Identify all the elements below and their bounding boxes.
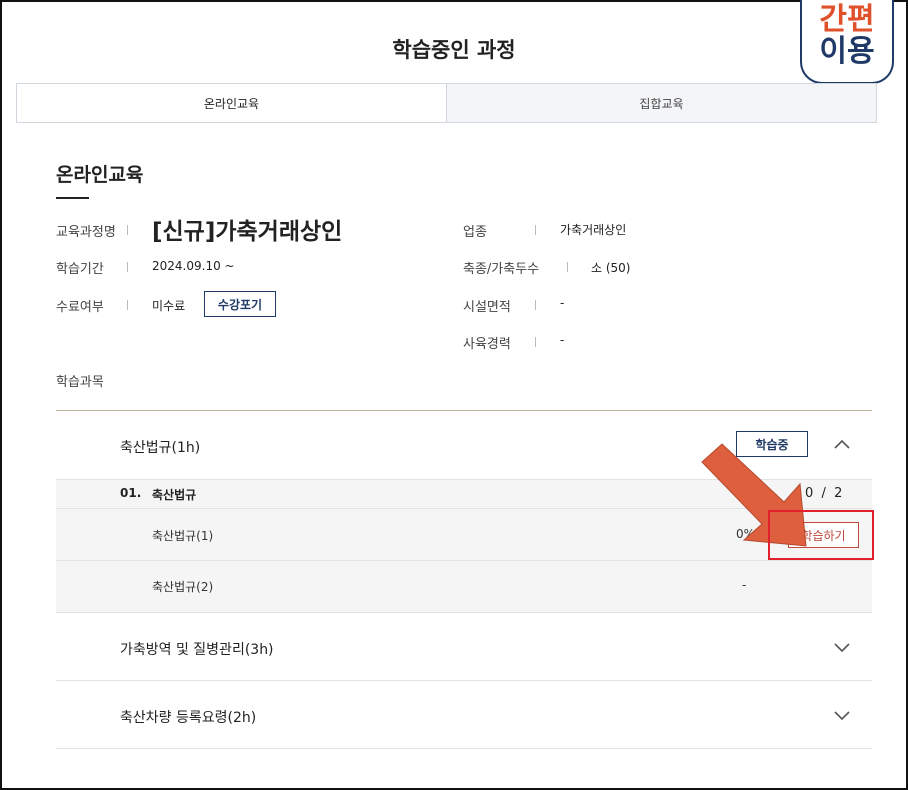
tab-group-education[interactable]: 집합교육 [447, 84, 876, 122]
facility-value: - [560, 296, 565, 310]
badge-line-1: 간편 [819, 2, 875, 37]
lesson-group-title: 축산법규 [152, 488, 197, 502]
period-label: 학습기간 [56, 262, 104, 277]
career-value: - [560, 333, 565, 347]
livestock-label: 축종/가축두수 [463, 262, 540, 277]
accordion-item-title[interactable]: 가축방역 및 질병관리(3h) [120, 639, 274, 659]
lesson-item-title: 축산법규(2) [152, 580, 214, 594]
row-divider [56, 680, 872, 681]
subjects-label: 학습과목 [56, 375, 104, 390]
label-divider [127, 300, 128, 310]
education-tabs: 온라인교육 집합교육 [16, 83, 877, 123]
row-divider [56, 748, 872, 749]
row-divider [56, 560, 872, 561]
course-name-value: [신규]가축거래상인 [152, 219, 343, 245]
industry-label: 업종 [463, 225, 487, 240]
label-divider [127, 262, 128, 272]
row-divider [56, 612, 872, 613]
industry-value: 가축거래상인 [560, 223, 627, 237]
section-underline [56, 197, 89, 199]
badge-line-2: 이용 [819, 34, 875, 69]
tab-online-education[interactable]: 온라인교육 [17, 84, 447, 122]
label-divider [535, 225, 536, 235]
lesson-item-progress: - [742, 578, 747, 592]
label-divider [535, 300, 536, 310]
chevron-down-icon[interactable] [834, 639, 850, 655]
page-title: 학습중인 과정 [392, 38, 516, 62]
label-divider [567, 262, 568, 272]
completion-label: 수료여부 [56, 300, 104, 315]
accordion-item-title[interactable]: 축산차량 등록요령(2h) [120, 707, 256, 727]
livestock-value: 소 (50) [591, 261, 631, 275]
course-name-label: 교육과정명 [56, 225, 116, 240]
easy-use-badge[interactable]: 간편 이용 [800, 0, 894, 84]
chevron-up-icon[interactable] [834, 437, 850, 453]
annotation-highlight-box [768, 510, 874, 560]
lesson-item-title: 축산법규(1) [152, 529, 214, 543]
section-title: 온라인교육 [56, 164, 144, 186]
label-divider [127, 225, 128, 235]
accordion-item-title[interactable]: 축산법규(1h) [120, 437, 200, 457]
completion-value: 미수료 [152, 299, 186, 313]
accordion-top-rule [56, 410, 872, 411]
career-label: 사육경력 [463, 337, 511, 352]
label-divider [535, 337, 536, 347]
lesson-group-number: 01. [120, 486, 142, 500]
period-value: 2024.09.10 ~ [152, 259, 235, 273]
cancel-course-button[interactable]: 수강포기 [204, 291, 276, 317]
facility-label: 시설면적 [463, 300, 511, 315]
chevron-down-icon[interactable] [834, 707, 850, 723]
